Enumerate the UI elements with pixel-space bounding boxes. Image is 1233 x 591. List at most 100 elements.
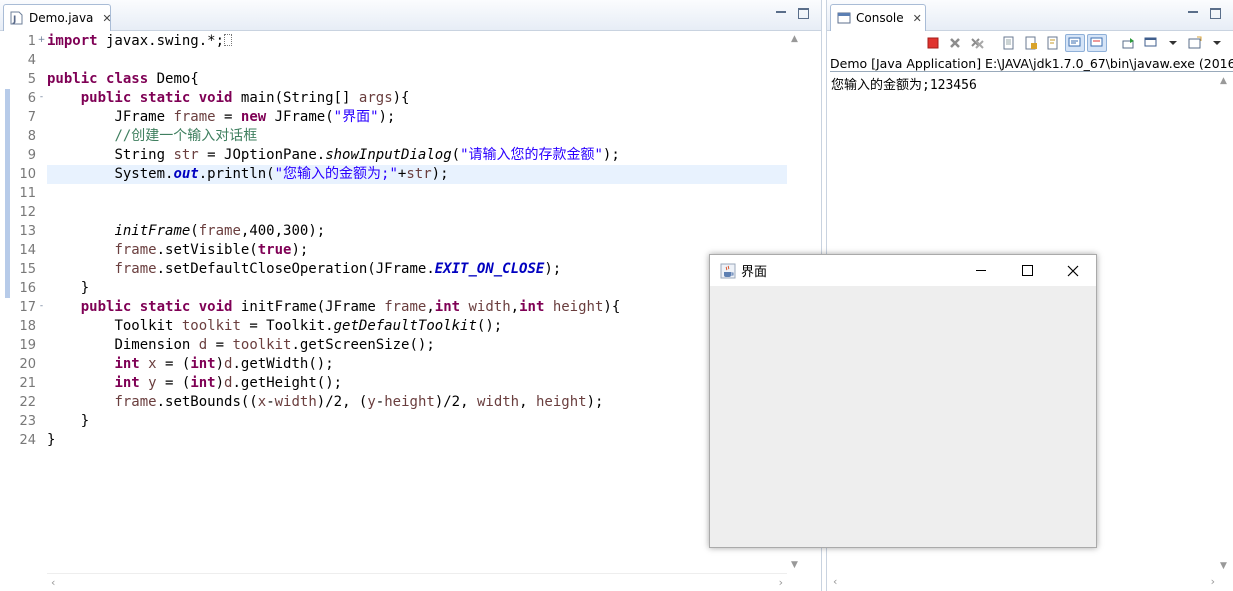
line-number: 20: [19, 357, 36, 372]
editor-horizontal-scrollbar[interactable]: ‹ ›: [47, 573, 787, 591]
scroll-right-icon[interactable]: ›: [779, 576, 783, 589]
line-number: 21: [19, 376, 36, 391]
code-line[interactable]: public class Demo{: [47, 70, 789, 89]
line-number: 18: [19, 319, 36, 334]
scroll-left-icon[interactable]: ‹: [51, 576, 55, 589]
code-line[interactable]: [47, 51, 789, 70]
console-horizontal-scrollbar[interactable]: ‹ ›: [827, 573, 1233, 591]
word-wrap-icon[interactable]: [1043, 34, 1063, 52]
console-description: Demo [Java Application] E:\JAVA\jdk1.7.0…: [830, 53, 1233, 72]
clear-console-icon[interactable]: [999, 34, 1019, 52]
show-on-stdout-icon[interactable]: [1065, 34, 1085, 52]
code-line[interactable]: }: [47, 279, 789, 298]
jframe-window[interactable]: 界面: [709, 254, 1097, 548]
svg-text:J: J: [12, 15, 16, 25]
line-number: 8: [27, 129, 36, 144]
code-line[interactable]: public static void initFrame(JFrame fram…: [47, 298, 789, 317]
tab-label: Demo.java: [29, 11, 94, 25]
code-line[interactable]: [47, 184, 789, 203]
line-number: 24: [19, 433, 36, 448]
line-number: 9: [27, 148, 36, 163]
editor-tab-bar: J Demo.java ✕: [0, 0, 821, 31]
line-number: 17-: [10, 298, 46, 317]
jframe-content: [710, 286, 1096, 548]
line-number: 22: [19, 395, 36, 410]
line-number: 12: [19, 205, 36, 220]
console-output[interactable]: 您输入的金额为;123456: [831, 74, 977, 93]
line-number: 11: [19, 186, 36, 201]
code-line[interactable]: frame.setDefaultCloseOperation(JFrame.EX…: [47, 260, 789, 279]
code-area[interactable]: import javax.swing.*; public class Demo{…: [47, 32, 789, 572]
line-number: 7: [27, 110, 36, 125]
scroll-right-icon[interactable]: ›: [1211, 575, 1215, 588]
line-number: 10: [19, 167, 36, 182]
code-line[interactable]: frame.setBounds((x-width)/2, (y-height)/…: [47, 393, 789, 412]
editor-pane: J Demo.java ✕ 1 + 4 5 6- 7 8 9 10 11 12 1…: [0, 0, 822, 591]
remove-all-icon[interactable]: [967, 34, 987, 52]
chevron-down-icon[interactable]: [1207, 34, 1227, 52]
terminate-icon[interactable]: [923, 34, 943, 52]
close-icon[interactable]: ✕: [913, 12, 922, 25]
tab-console[interactable]: Console ✕: [830, 4, 926, 31]
pin-console-icon[interactable]: [1119, 34, 1139, 52]
code-line[interactable]: }: [47, 431, 789, 450]
console-tab-bar: Console ✕: [827, 0, 1233, 31]
console-vertical-scrollbar[interactable]: ▲ ▼: [1217, 74, 1231, 573]
code-line[interactable]: }: [47, 412, 789, 431]
line-number: 4: [27, 53, 36, 68]
code-line[interactable]: Toolkit toolkit = Toolkit.getDefaultTool…: [47, 317, 789, 336]
jframe-title: 界面: [741, 265, 768, 280]
remove-launch-icon[interactable]: [945, 34, 965, 52]
show-on-stderr-icon[interactable]: [1087, 34, 1107, 52]
tab-demo-java[interactable]: J Demo.java ✕: [3, 4, 112, 31]
minimize-icon[interactable]: [775, 6, 787, 18]
code-line[interactable]: import javax.swing.*;: [47, 32, 789, 51]
chevron-down-icon[interactable]: [1163, 34, 1183, 52]
close-icon[interactable]: ✕: [102, 12, 111, 25]
console-toolbar: [827, 32, 1233, 54]
code-line[interactable]: JFrame frame = new JFrame("界面");: [47, 108, 789, 127]
code-line[interactable]: initFrame(frame,400,300);: [47, 222, 789, 241]
scroll-lock-icon[interactable]: [1021, 34, 1041, 52]
code-line[interactable]: int x = (int)d.getWidth();: [47, 355, 789, 374]
scroll-up-icon[interactable]: ▲: [791, 34, 798, 44]
line-number: 13: [19, 224, 36, 239]
maximize-button[interactable]: [1004, 255, 1050, 286]
folded-import-marker[interactable]: [224, 34, 233, 46]
line-number: 5: [27, 72, 36, 87]
code-line[interactable]: //创建一个输入对话框: [47, 127, 789, 146]
line-number: 16: [19, 281, 36, 296]
code-line[interactable]: Dimension d = toolkit.getScreenSize();: [47, 336, 789, 355]
line-number: 6-: [10, 89, 46, 108]
line-number: 15: [19, 262, 36, 277]
line-number: 19: [19, 338, 36, 353]
expand-icon[interactable]: +: [37, 36, 46, 45]
scroll-up-icon[interactable]: ▲: [1220, 76, 1227, 86]
line-number-gutter: 1 + 4 5 6- 7 8 9 10 11 12 13 14 15 16 17-…: [10, 32, 46, 572]
line-number: 14: [19, 243, 36, 258]
display-console-icon[interactable]: [1141, 34, 1161, 52]
line-number: 1 +: [27, 34, 46, 49]
code-line[interactable]: public static void main(String[] args){: [47, 89, 789, 108]
close-button[interactable]: [1050, 255, 1096, 286]
minimize-icon[interactable]: [1187, 6, 1199, 18]
maximize-icon[interactable]: [797, 6, 809, 19]
maximize-icon[interactable]: [1209, 6, 1221, 19]
code-line-current[interactable]: System.out.println("您输入的金额为;"+str);: [47, 165, 789, 184]
scroll-down-icon[interactable]: ▼: [1220, 561, 1227, 571]
code-line[interactable]: int y = (int)d.getHeight();: [47, 374, 789, 393]
code-line[interactable]: [47, 203, 789, 222]
java-file-icon: J: [10, 11, 23, 25]
jframe-title-bar[interactable]: 界面: [710, 255, 1096, 286]
tab-label: Console: [856, 11, 904, 25]
collapse-icon[interactable]: -: [37, 302, 46, 311]
open-console-icon[interactable]: [1185, 34, 1205, 52]
code-line[interactable]: frame.setVisible(true);: [47, 241, 789, 260]
code-line[interactable]: String str = JOptionPane.showInputDialog…: [47, 146, 789, 165]
collapse-icon[interactable]: -: [37, 93, 46, 102]
line-number: 23: [19, 414, 36, 429]
scroll-left-icon[interactable]: ‹: [833, 575, 837, 588]
change-ruler: [0, 32, 10, 572]
minimize-button[interactable]: [958, 255, 1004, 286]
scroll-down-icon[interactable]: ▼: [791, 560, 798, 570]
